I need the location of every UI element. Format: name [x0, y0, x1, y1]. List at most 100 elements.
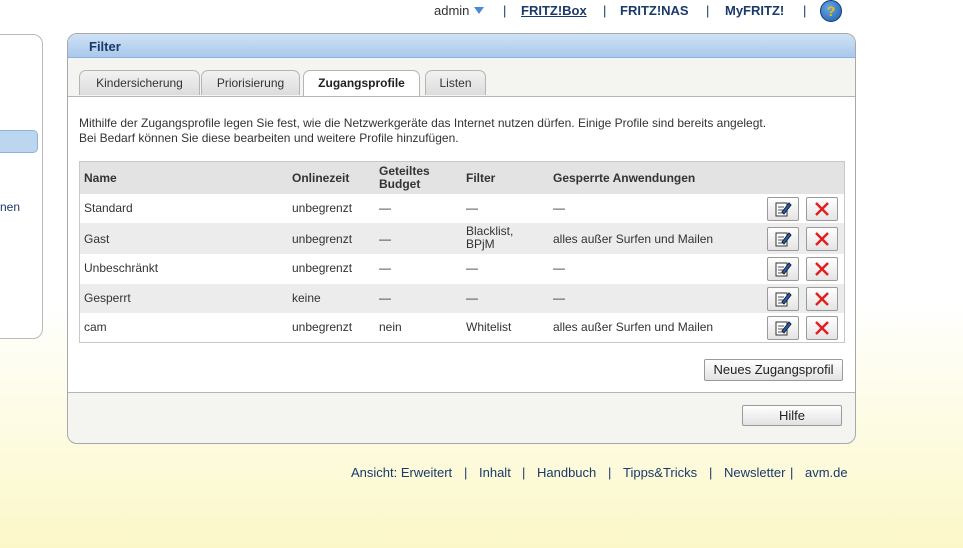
cell-budget: —	[379, 261, 391, 275]
close-icon	[815, 321, 829, 335]
delete-button[interactable]	[806, 287, 838, 311]
edit-button[interactable]	[767, 197, 799, 221]
cell-anwendungen: —	[553, 201, 565, 215]
top-bar: admin | FRITZ!Box | FRITZ!NAS | MyFRITZ!…	[0, 0, 963, 24]
separator: |	[464, 465, 468, 480]
col-header-name: Name	[84, 171, 117, 185]
help-button[interactable]: Hilfe	[742, 405, 842, 426]
cell-filter: —	[466, 291, 478, 305]
cell-anwendungen: alles außer Surfen und Mailen	[553, 232, 714, 246]
col-header-budget-line2: Budget	[379, 177, 421, 191]
separator: |	[709, 465, 713, 480]
intro-line-1: Mithilfe der Zugangsprofile legen Sie fe…	[79, 116, 767, 130]
close-icon	[815, 262, 829, 276]
edit-button[interactable]	[767, 257, 799, 281]
panel-header	[68, 34, 855, 58]
filter-panel: Filter Kindersicherung Priorisierung Zug…	[67, 33, 856, 444]
cell-name: Standard	[84, 201, 133, 215]
nav-link-fritznas[interactable]: FRITZ!NAS	[620, 3, 689, 18]
cell-name: Unbeschränkt	[84, 261, 159, 275]
cell-filter: Blacklist, BPjM	[466, 225, 513, 251]
separator: |	[503, 3, 507, 18]
delete-button[interactable]	[806, 197, 838, 221]
close-icon	[815, 292, 829, 306]
cell-anwendungen: alles außer Surfen und Mailen	[553, 320, 714, 334]
nav-link-fritzbox[interactable]: FRITZ!Box	[521, 3, 587, 18]
help-icon[interactable]: ?	[820, 0, 842, 22]
edit-icon	[775, 232, 792, 247]
table-row: Standard unbegrenzt — — —	[80, 194, 844, 223]
left-nav-panel	[0, 34, 43, 339]
cell-budget: nein	[379, 320, 402, 334]
tab-zugangsprofile[interactable]: Zugangsprofile	[303, 70, 420, 97]
new-profile-button[interactable]: Neues Zugangsprofil	[704, 359, 843, 381]
col-header-filter: Filter	[466, 171, 496, 185]
footer-link-ansicht[interactable]: Ansicht: Erweitert	[351, 465, 452, 480]
cell-budget: —	[379, 201, 391, 215]
table-row: Unbeschränkt unbegrenzt — — —	[80, 254, 844, 284]
col-header-budget-line1: Geteiltes	[379, 164, 430, 178]
cell-onlinezeit: unbegrenzt	[292, 261, 353, 275]
cell-budget: —	[379, 232, 391, 246]
separator: |	[790, 465, 794, 480]
separator: |	[608, 465, 612, 480]
user-menu[interactable]: admin	[434, 3, 485, 18]
edit-button[interactable]	[767, 316, 799, 340]
cell-name: Gast	[84, 232, 110, 246]
user-name: admin	[434, 3, 470, 18]
edit-icon	[775, 262, 792, 277]
delete-button[interactable]	[806, 316, 838, 340]
cell-filter: Whitelist	[466, 320, 512, 334]
table-row: cam unbegrenzt nein Whitelist alles auße…	[80, 313, 844, 342]
nav-link-myfritz[interactable]: MyFRITZ!	[725, 3, 784, 18]
separator: |	[803, 3, 807, 18]
cell-onlinezeit: unbegrenzt	[292, 232, 353, 246]
cell-filter-line2: BPjM	[466, 237, 495, 251]
cell-budget: —	[379, 291, 391, 305]
tab-content: Mithilfe der Zugangsprofile legen Sie fe…	[68, 97, 855, 392]
chevron-down-icon	[474, 7, 485, 14]
cell-onlinezeit: keine	[292, 291, 321, 305]
edit-button[interactable]	[767, 227, 799, 251]
footer-link-inhalt[interactable]: Inhalt	[479, 465, 511, 480]
col-header-onlinezeit: Onlinezeit	[292, 171, 350, 185]
edit-icon	[775, 202, 792, 217]
tab-priorisierung[interactable]: Priorisierung	[201, 70, 300, 95]
intro-line-2: Bei Bedarf können Sie diese bearbeiten u…	[79, 131, 459, 145]
col-header-budget: Geteiltes Budget	[379, 165, 430, 191]
cell-name: Gesperrt	[84, 291, 131, 305]
close-icon	[815, 202, 829, 216]
footer-link-tipps[interactable]: Tipps&Tricks	[623, 465, 697, 480]
separator: |	[603, 3, 607, 18]
separator: |	[522, 465, 526, 480]
col-header-anwendungen: Gesperrte Anwendungen	[553, 171, 696, 185]
cell-onlinezeit: unbegrenzt	[292, 201, 353, 215]
left-nav-selected-item[interactable]	[0, 130, 38, 153]
cell-onlinezeit: unbegrenzt	[292, 320, 353, 334]
delete-button[interactable]	[806, 227, 838, 251]
cell-filter-line1: Blacklist,	[466, 224, 514, 238]
edit-icon	[775, 292, 792, 307]
separator: |	[706, 3, 710, 18]
table-row: Gast unbegrenzt — Blacklist, BPjM alles a…	[80, 223, 844, 254]
close-icon	[815, 232, 829, 246]
footer-link-avm[interactable]: avm.de	[805, 465, 848, 480]
cell-name: cam	[84, 320, 107, 334]
tab-kindersicherung[interactable]: Kindersicherung	[79, 70, 200, 95]
cell-anwendungen: —	[553, 291, 565, 305]
left-nav-item-label[interactable]: nen	[0, 200, 20, 214]
footer-link-newsletter[interactable]: Newsletter	[724, 465, 785, 480]
table-header: Name Onlinezeit Geteiltes Budget Filter G…	[80, 162, 844, 194]
profiles-table: Name Onlinezeit Geteiltes Budget Filter G…	[79, 161, 845, 343]
footer-link-handbuch[interactable]: Handbuch	[537, 465, 596, 480]
tab-listen[interactable]: Listen	[425, 70, 486, 95]
cell-filter: —	[466, 201, 478, 215]
edit-icon	[775, 321, 792, 336]
divider	[68, 392, 855, 393]
delete-button[interactable]	[806, 257, 838, 281]
intro-text: Mithilfe der Zugangsprofile legen Sie fe…	[79, 116, 849, 146]
cell-anwendungen: —	[553, 261, 565, 275]
table-row: Gesperrt keine — — —	[80, 284, 844, 313]
edit-button[interactable]	[767, 287, 799, 311]
panel-title: Filter	[89, 39, 121, 54]
